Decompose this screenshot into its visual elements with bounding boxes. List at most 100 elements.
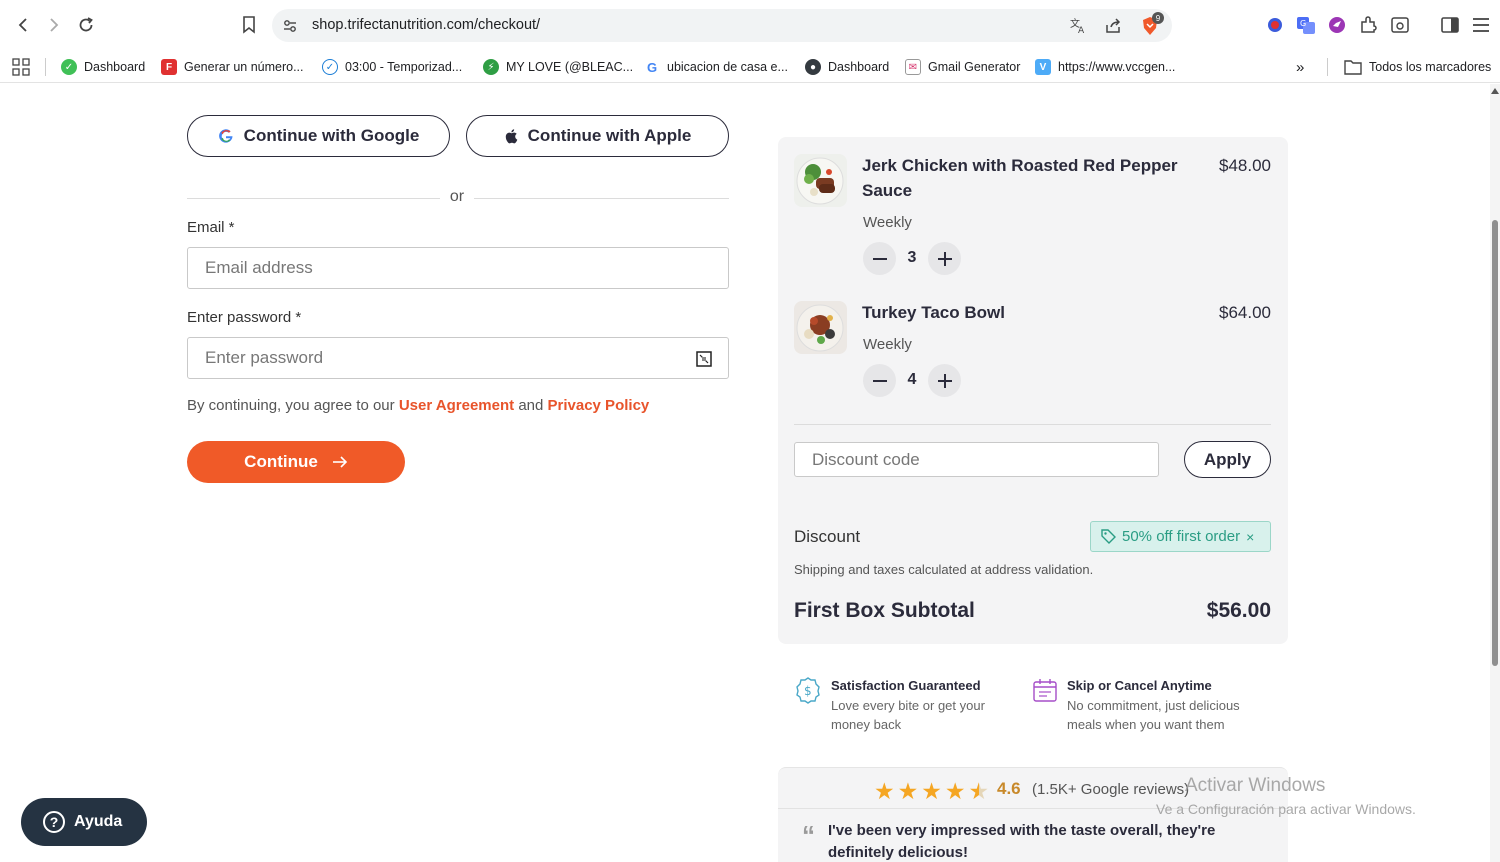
apply-discount-button[interactable]: Apply — [1184, 441, 1271, 478]
bookmark-star-icon[interactable] — [236, 12, 262, 38]
minus-icon — [872, 379, 887, 382]
summary-divider — [794, 424, 1271, 425]
item-1-quantity: 3 — [907, 249, 917, 266]
svg-text:$: $ — [804, 684, 812, 698]
translate-icon[interactable]: 文A — [1068, 16, 1088, 36]
rating-stars: ★ ★ ★ ★ ★ — [874, 778, 989, 805]
plus-icon — [937, 373, 952, 388]
continue-button[interactable]: Continue — [187, 441, 405, 483]
item-2-decrease-button[interactable] — [863, 364, 896, 397]
help-label: Ayuda — [74, 813, 123, 830]
all-bookmarks-label: Todos los marcadores — [1369, 60, 1492, 74]
extension-spider-icon[interactable] — [1264, 14, 1286, 36]
bookmarks-bar: ✓ Dashboard F Generar un número... ✓ 03:… — [0, 50, 1500, 83]
bookmark-label: 03:00 - Temporizad... — [345, 60, 463, 74]
quote-icon: “ — [802, 820, 815, 850]
bookmark-dashboard-1[interactable]: ✓ Dashboard — [61, 56, 145, 78]
item-1-title: Jerk Chicken with Roasted Red Pepper Sau… — [862, 156, 1178, 200]
extensions-puzzle-icon[interactable] — [1358, 14, 1380, 36]
guarantee-2-text: No commitment, just delicious meals when… — [1067, 698, 1240, 732]
bookmark-gmail-generator[interactable]: ✉ Gmail Generator — [905, 56, 1020, 78]
item-2-quantity: 4 — [907, 371, 917, 388]
menu-hamburger-icon[interactable] — [1470, 14, 1492, 36]
discount-label: Discount — [794, 527, 861, 546]
discount-code-input[interactable]: Discount code — [794, 442, 1159, 477]
item-2-title: Turkey Taco Bowl — [862, 303, 1005, 322]
url-text[interactable]: shop.trifectanutrition.com/checkout/ — [312, 17, 540, 33]
email-placeholder: Email address — [205, 258, 313, 277]
google-g-icon: G — [644, 59, 660, 75]
rating-value: 4.6 — [997, 779, 1021, 798]
password-visibility-icon[interactable] — [696, 351, 712, 367]
extension-translate-icon[interactable]: G — [1295, 14, 1317, 36]
green-bolt-icon: ⚡ — [483, 59, 499, 75]
bookmark-generar-numero[interactable]: F Generar un número... — [161, 56, 304, 78]
rating-count: (1.5K+ Google reviews) — [1032, 781, 1190, 798]
star-icon: ★ — [874, 778, 895, 804]
scroll-up-arrow-icon[interactable] — [1491, 88, 1499, 94]
help-question-icon: ? — [43, 811, 65, 833]
back-icon[interactable] — [10, 12, 36, 38]
bookmark-label: MY LOVE (@BLEAC... — [506, 60, 634, 74]
shipping-note: Shipping and taxes calculated at address… — [794, 562, 1094, 577]
bookmark-my-love[interactable]: ⚡ MY LOVE (@BLEAC... — [483, 56, 633, 78]
turkey-taco-bowl-image — [794, 301, 847, 354]
or-label: or — [449, 188, 465, 205]
calendar-icon — [1033, 679, 1057, 702]
site-settings-icon[interactable] — [280, 16, 300, 36]
dollar-badge-icon: $ — [796, 677, 820, 704]
item-1-decrease-button[interactable] — [863, 242, 896, 275]
continue-with-apple-button[interactable]: Continue with Apple — [466, 115, 729, 157]
google-button-label: Continue with Google — [243, 126, 420, 145]
continue-label: Continue — [244, 452, 318, 471]
reading-mode-icon[interactable] — [1389, 14, 1411, 36]
address-bar[interactable]: shop.trifectanutrition.com/checkout/ 文A … — [272, 9, 1172, 42]
bookmark-temporizador[interactable]: ✓ 03:00 - Temporizad... — [322, 56, 462, 78]
bookmark-label: ubicacion de casa e... — [667, 60, 788, 74]
password-placeholder: Enter password — [205, 348, 324, 367]
share-icon[interactable] — [1103, 16, 1123, 36]
bookmark-vccgen[interactable]: V https://www.vccgen... — [1035, 56, 1175, 78]
or-divider-right — [474, 198, 729, 199]
user-agreement-link[interactable]: User Agreement — [399, 397, 514, 414]
green-circle-icon: ✓ — [61, 59, 77, 75]
privacy-policy-link[interactable]: Privacy Policy — [548, 397, 650, 414]
bookmark-dashboard-2[interactable]: ● Dashboard — [805, 56, 889, 78]
guarantee-1-title: Satisfaction Guaranteed — [831, 678, 981, 693]
bookmark-ubicacion[interactable]: G ubicacion de casa e... — [644, 56, 788, 78]
or-divider-left — [187, 198, 440, 199]
consent-prefix: By continuing, you agree to our — [187, 397, 395, 414]
email-field[interactable]: Email address — [187, 247, 729, 289]
jerk-chicken-image — [794, 154, 847, 207]
remove-discount-icon[interactable]: × — [1246, 529, 1254, 545]
password-field[interactable]: Enter password — [187, 337, 729, 379]
star-icon: ★ — [921, 778, 942, 804]
sidebar-toggle-icon[interactable] — [1439, 14, 1461, 36]
review-quote: I've been very impressed with the taste … — [828, 822, 1216, 861]
item-1-increase-button[interactable] — [928, 242, 961, 275]
discount-badge-text: 50% off first order — [1122, 528, 1241, 545]
arrow-right-icon — [332, 456, 347, 468]
brave-shield-icon[interactable]: 9 — [1140, 12, 1164, 36]
windows-activation-text: Ve a Configuración para activar Windows. — [1156, 801, 1416, 817]
continue-with-google-button[interactable]: Continue with Google — [187, 115, 450, 157]
reload-icon[interactable] — [73, 12, 99, 38]
guarantee-2-title: Skip or Cancel Anytime — [1067, 678, 1212, 693]
shield-count-badge: 9 — [1152, 12, 1164, 24]
scrollbar-thumb[interactable] — [1492, 220, 1498, 666]
all-bookmarks-folder[interactable]: Todos los marcadores — [1344, 56, 1491, 78]
bookmark-label: Dashboard — [828, 60, 890, 74]
mail-icon: ✉ — [905, 59, 921, 75]
help-button[interactable]: ? Ayuda — [21, 798, 147, 846]
page-scrollbar[interactable] — [1490, 84, 1500, 862]
consent-and: and — [518, 397, 544, 414]
discount-placeholder: Discount code — [812, 449, 920, 469]
apps-grid-icon[interactable] — [12, 56, 30, 78]
bookmarks-overflow-icon[interactable]: » — [1296, 56, 1304, 78]
bookmark-label: Generar un número... — [184, 60, 304, 74]
star-icon: ★ — [897, 778, 919, 804]
item-2-increase-button[interactable] — [928, 364, 961, 397]
dark-circle-icon: ● — [805, 59, 821, 75]
extension-purple-icon[interactable] — [1326, 14, 1348, 36]
forward-icon[interactable] — [41, 12, 67, 38]
